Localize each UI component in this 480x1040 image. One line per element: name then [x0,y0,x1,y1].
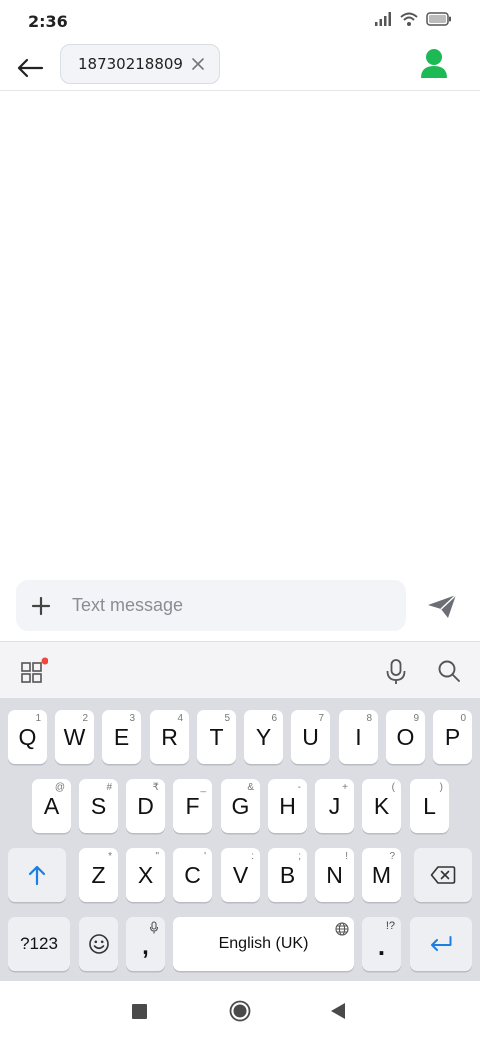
globe-icon [335,922,349,936]
key-w[interactable]: W2 [55,710,94,764]
message-input[interactable] [72,580,392,631]
navigation-bar [0,981,480,1040]
key-k[interactable]: K( [362,779,401,833]
wifi-icon [400,12,418,26]
remove-recipient-button[interactable] [189,55,207,73]
recipient-number: 18730218809 [78,55,183,73]
key-q[interactable]: Q1 [8,710,47,764]
key-p[interactable]: P0 [433,710,472,764]
arrow-left-icon [17,58,44,78]
key-j[interactable]: J + [315,779,354,833]
enter-icon [431,936,452,951]
back-button[interactable] [12,50,48,86]
status-time: 2:36 [28,12,68,31]
shift-key[interactable] [8,848,66,902]
plus-icon [31,596,51,616]
close-icon [192,58,204,70]
period-key[interactable]: . !? [362,917,401,971]
home-button[interactable] [229,1000,251,1022]
person-icon [421,49,447,78]
emoji-icon [88,934,109,954]
key-e[interactable]: E3 [102,710,141,764]
key-x[interactable]: X " [126,848,165,902]
key-d[interactable]: D ₹ [126,779,165,833]
key-u[interactable]: U7 [291,710,330,764]
signal-icon [375,12,391,26]
voice-input-button[interactable] [384,658,408,686]
symbols-key[interactable]: ?123 [8,917,70,971]
key-s[interactable]: S # [79,779,118,833]
key-f[interactable]: F _ [173,779,212,833]
comma-key[interactable]: , [126,917,165,971]
key-i[interactable]: I8 [339,710,378,764]
arrow-up-icon [28,865,46,886]
key-r[interactable]: R4 [150,710,189,764]
enter-key[interactable] [410,917,472,971]
status-bar: 2:36 [0,0,480,42]
key-m[interactable]: M? [362,848,401,902]
grid-icon [21,657,49,683]
key-a[interactable]: A @ [32,779,71,833]
backspace-icon [430,866,456,884]
key-g[interactable]: G & [221,779,260,833]
key-o[interactable]: O9 [386,710,425,764]
space-key[interactable]: English (UK) [173,917,354,971]
microphone-icon [386,659,406,684]
key-z[interactable]: Z * [79,848,118,902]
conversation-header: 18730218809 [0,42,480,91]
keyboard-search-button[interactable] [436,658,462,684]
key-c[interactable]: C ' [173,848,212,902]
key-y[interactable]: Y6 [244,710,283,764]
key-t[interactable]: T5 [197,710,236,764]
keyboard-apps-button[interactable] [20,657,49,685]
status-icons [374,12,452,26]
key-n[interactable]: N! [315,848,354,902]
battery-icon [426,12,451,26]
attach-button[interactable] [30,595,52,617]
home-circle-icon [229,1000,251,1022]
search-icon [438,660,460,682]
soft-keyboard: Q1 W2 E3 R4 T5 Y6 U7 I8 O9 P0 A @ S # D ₹ F… [0,698,480,981]
key-l[interactable]: L) [410,779,449,833]
compose-bar [16,580,406,631]
key-h[interactable]: H- [268,779,307,833]
backspace-key[interactable] [414,848,472,902]
recipient-chip[interactable]: 18730218809 [60,44,220,84]
nav-back-button[interactable] [330,1002,346,1020]
send-icon [428,594,457,618]
send-button[interactable] [424,590,460,622]
emoji-key[interactable] [79,917,118,971]
recents-button[interactable] [132,1004,147,1019]
keyboard-toolbar [0,641,480,698]
add-contact-button[interactable] [418,46,450,82]
key-v[interactable]: V: [221,848,260,902]
microphone-icon [149,921,159,934]
triangle-back-icon [331,1003,345,1019]
key-b[interactable]: B; [268,848,307,902]
